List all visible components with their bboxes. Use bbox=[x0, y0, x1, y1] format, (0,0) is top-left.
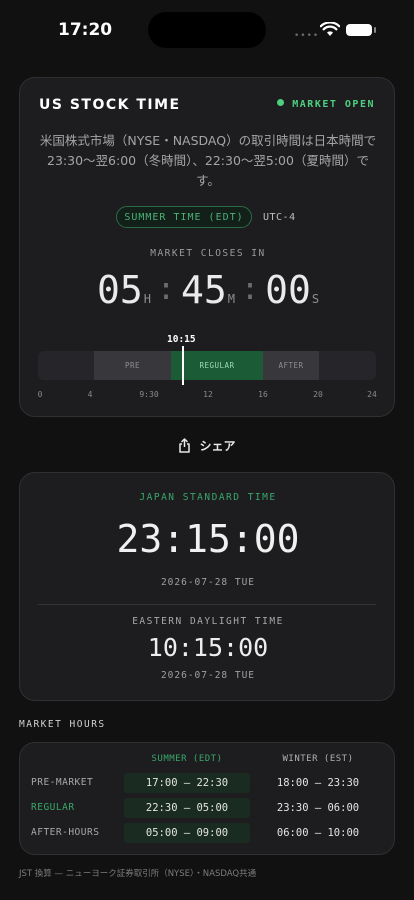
timeline-tick: 4 bbox=[87, 390, 93, 399]
winter-hours: 18:00 — 23:30 bbox=[276, 777, 360, 789]
market-status-card: US STOCK TIME MARKET OPEN 米国株式市場（NYSE・NA… bbox=[19, 77, 395, 417]
jst-time: 23:15:00 bbox=[116, 517, 300, 561]
timeline-tick: 24 bbox=[367, 390, 377, 399]
market-hours-title: MARKET HOURS bbox=[19, 719, 106, 730]
battery-icon bbox=[346, 24, 372, 36]
footer-note: JST 換算 — ニューヨーク証券取引所（NYSE）・NASDAQ共通 bbox=[19, 869, 257, 879]
row-label: REGULAR bbox=[31, 802, 75, 813]
countdown-hours-unit: H bbox=[143, 292, 151, 306]
utc-offset: UTC-4 bbox=[263, 212, 296, 223]
status-dot-icon bbox=[277, 99, 285, 106]
battery-cap bbox=[374, 27, 376, 33]
winter-header: WINTER (EST) bbox=[282, 754, 354, 764]
countdown-separator: : bbox=[156, 272, 175, 307]
wifi-icon bbox=[319, 21, 341, 41]
edt-date: 2026-07-28 TUE bbox=[160, 670, 256, 681]
timeline-segment-pre: PRE bbox=[94, 351, 171, 380]
summer-hours: 22:30 — 05:00 bbox=[124, 798, 250, 818]
share-label: シェア bbox=[199, 439, 236, 453]
market-hours-table: SUMMER (EDT) WINTER (EST) PRE-MARKET 17:… bbox=[19, 742, 395, 855]
share-icon bbox=[178, 438, 191, 456]
market-status-text: MARKET OPEN bbox=[292, 99, 375, 110]
share-button[interactable]: シェア bbox=[0, 437, 414, 456]
session-timeline: PRE REGULAR AFTER bbox=[38, 351, 376, 380]
table-row: REGULAR 22:30 — 05:00 23:30 — 06:00 bbox=[20, 798, 396, 818]
dynamic-island bbox=[148, 12, 266, 48]
countdown-minutes: 45 bbox=[181, 268, 227, 312]
jst-label: JAPAN STANDARD TIME bbox=[139, 492, 277, 503]
summer-hours: 05:00 — 09:00 bbox=[124, 823, 250, 843]
edt-label: EASTERN DAYLIGHT TIME bbox=[132, 616, 284, 627]
timeline-tick: 20 bbox=[313, 390, 323, 399]
timeline-tick: 0 bbox=[37, 390, 43, 399]
timeline-tick: 16 bbox=[258, 390, 268, 399]
timeline-now-label: 10:15 bbox=[167, 334, 196, 345]
countdown: 05H:45M:00S bbox=[20, 268, 396, 312]
timeline-now-marker bbox=[182, 346, 184, 385]
timeline-segment-after: AFTER bbox=[263, 351, 319, 380]
jst-date: 2026-07-28 TUE bbox=[160, 577, 256, 588]
countdown-minutes-unit: M bbox=[227, 292, 235, 306]
row-label: AFTER-HOURS bbox=[31, 827, 100, 838]
season-pill[interactable]: SUMMER TIME (EDT) bbox=[116, 206, 252, 228]
signal-icon: •••• bbox=[294, 31, 320, 41]
clock-card: JAPAN STANDARD TIME 23:15:00 2026-07-28 … bbox=[19, 472, 395, 701]
timeline-ticks: 0 4 9:30 12 16 20 24 bbox=[37, 390, 377, 402]
countdown-seconds-unit: S bbox=[311, 292, 320, 306]
table-row: PRE-MARKET 17:00 — 22:30 18:00 — 23:30 bbox=[20, 773, 396, 793]
countdown-label: MARKET CLOSES IN bbox=[150, 248, 266, 259]
countdown-separator: : bbox=[241, 272, 260, 307]
table-row: AFTER-HOURS 05:00 — 09:00 06:00 — 10:00 bbox=[20, 823, 396, 843]
timeline-tick: 9:30 bbox=[139, 390, 159, 399]
status-time: 17:20 bbox=[58, 20, 113, 40]
winter-hours: 06:00 — 10:00 bbox=[276, 827, 360, 839]
edt-time: 10:15:00 bbox=[147, 633, 269, 662]
market-description: 米国株式市場（NYSE・NASDAQ）の取引時間は日本時間で23:30〜翌6:0… bbox=[39, 133, 377, 188]
timeline-segment-regular: REGULAR bbox=[171, 351, 263, 380]
summer-hours: 17:00 — 22:30 bbox=[124, 773, 250, 793]
app-title: US STOCK TIME bbox=[39, 97, 181, 113]
summer-header: SUMMER (EDT) bbox=[151, 754, 223, 764]
row-label: PRE-MARKET bbox=[31, 777, 94, 788]
timeline-tick: 12 bbox=[203, 390, 213, 399]
divider bbox=[38, 604, 376, 605]
winter-hours: 23:30 — 06:00 bbox=[276, 802, 360, 814]
market-status-badge: MARKET OPEN bbox=[277, 99, 375, 110]
countdown-seconds: 00 bbox=[265, 268, 311, 312]
countdown-hours: 05 bbox=[96, 268, 143, 312]
status-bar: 17:20 •••• bbox=[0, 0, 414, 60]
